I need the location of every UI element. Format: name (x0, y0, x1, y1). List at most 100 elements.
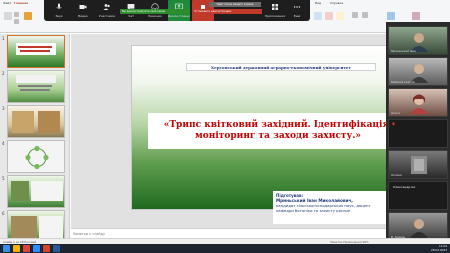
participant-tile[interactable]: Ольга (388, 88, 448, 117)
participant-name: Ольга (391, 111, 400, 115)
slide-thumbnail[interactable] (7, 105, 65, 138)
apps-label: Приложения (264, 14, 286, 18)
more-button[interactable]: Ещё (286, 0, 308, 21)
thumbnail-text-box (31, 181, 63, 201)
slide-title[interactable]: «Трипс квітковий західний. Ідентифікація… (148, 113, 408, 149)
notes-pane[interactable]: Заметки к слайду (71, 228, 386, 238)
participants-panel: Мриньський Іван Бабанов Сергей Ольга Окс… (386, 22, 450, 244)
camera-icon (79, 5, 87, 9)
slide-title-line: моніторинг та заходи захисту.» (194, 131, 362, 141)
participant-video (410, 219, 428, 238)
participant-tile[interactable] (388, 119, 448, 148)
microphone-icon (56, 3, 62, 9)
muted-mic-icon (392, 122, 395, 126)
thumbnail-row[interactable]: 4 (0, 139, 70, 174)
apps-button[interactable]: Приложения (264, 0, 286, 21)
thumbnail-number: 5 (2, 176, 5, 181)
thumbnail-title-box (16, 43, 56, 55)
thumbnail-text-box (39, 216, 63, 238)
shapes-icon[interactable] (314, 12, 322, 20)
new-slide-icon[interactable] (24, 12, 32, 20)
mute-label: Звук (55, 14, 63, 18)
thumbnail-image (12, 111, 34, 133)
slide-thumbnail[interactable] (7, 140, 65, 173)
thumbnail-diagram (25, 145, 49, 170)
zoom-icon[interactable] (33, 245, 40, 252)
participant-name: Мриньський Іван (391, 49, 416, 53)
styles-icon[interactable] (336, 12, 344, 20)
participant-name: Олександр Ш. (393, 185, 416, 189)
chat-label: Чат (128, 14, 134, 18)
system-tray: 11:04 28.02.2023 (430, 244, 447, 252)
thumbnail-row[interactable]: 3 (0, 104, 70, 139)
thumbnail-image (11, 181, 29, 201)
thumbnail-row[interactable]: 5 (0, 174, 70, 209)
slide-editor: Херсонський державний аграрно-економічни… (71, 34, 423, 233)
stop-sharing-banner[interactable]: Остановить демонстрацию (192, 9, 262, 14)
copy-icon[interactable] (14, 19, 19, 24)
slide-thumbnail[interactable] (7, 175, 65, 208)
thumbnail-number: 1 (2, 36, 5, 41)
slide-thumbnails: 1 2 3 4 5 6 (0, 34, 70, 244)
thumbnail-row[interactable]: 2 (0, 69, 70, 104)
reactions-label: Реакции (148, 14, 162, 18)
participant-name: Оксана (391, 173, 402, 177)
more-dots-icon (293, 6, 301, 8)
powerpoint-icon[interactable] (43, 245, 50, 252)
share-screen-label: Демонстрация (168, 14, 190, 18)
tab-help[interactable]: Справка (330, 1, 343, 5)
participant-tile[interactable]: Олександр Ш. (388, 181, 448, 210)
thumbnail-number: 3 (2, 106, 5, 111)
thumbnail-text-line (20, 50, 50, 52)
thumbnail-image (11, 216, 37, 238)
video-label: Видео (78, 14, 88, 18)
slide-title-line: «Трипс квітковий західний. Ідентифікація… (163, 120, 393, 130)
current-slide[interactable]: Херсонський державний аграрно-економічни… (131, 45, 423, 224)
clock-date: 28.02.2023 (430, 247, 447, 252)
cut-icon[interactable] (14, 12, 19, 17)
slide-thumbnail[interactable] (7, 35, 65, 68)
browser-icon[interactable] (23, 245, 30, 252)
participants-button[interactable]: Участники (96, 0, 118, 21)
dictate-icon[interactable] (387, 12, 395, 20)
powerpoint-window: Файл Главная Вид Справка Звук Видео Учас… (0, 0, 450, 253)
participant-video (411, 156, 427, 174)
thumbnail-image (38, 111, 60, 133)
participant-tile[interactable]: Бабанов Сергей (388, 57, 448, 86)
taskbar: 11:04 28.02.2023 (0, 244, 450, 253)
video-button[interactable]: Видео (72, 0, 94, 21)
university-name[interactable]: Херсонський державний аграрно-економічни… (186, 63, 376, 71)
mute-button[interactable]: Звук (48, 0, 70, 21)
word-icon[interactable] (53, 245, 60, 252)
arrange-icon[interactable] (325, 12, 333, 20)
sharing-indicator: Идет показ вашего экрана (209, 2, 261, 7)
participants-label: Участники (98, 14, 116, 18)
designer-icon[interactable] (412, 12, 420, 20)
thumbnail-text-line (18, 46, 52, 48)
participant-name: Бабанов Сергей (391, 80, 415, 84)
replace-icon[interactable] (362, 12, 368, 18)
thumbnail-text-line (18, 85, 52, 87)
grid-icon (272, 4, 278, 10)
tab-view[interactable]: Вид (315, 1, 321, 5)
explorer-icon[interactable] (13, 245, 20, 252)
participant-tile[interactable]: В. Коваль (388, 212, 448, 241)
thumbnail-row[interactable]: 1 (0, 34, 70, 69)
sharing-banner: Вы демонстрируете свой экран (120, 9, 190, 14)
thumbnail-number: 4 (2, 141, 5, 146)
people-icon (103, 4, 110, 10)
paste-icon[interactable] (4, 12, 12, 20)
participant-video (410, 94, 428, 114)
thumbnail-text-line (20, 89, 50, 91)
thumbnail-number: 6 (2, 211, 5, 216)
start-icon[interactable] (3, 245, 10, 252)
more-label: Ещё (293, 14, 301, 18)
find-icon[interactable] (352, 12, 358, 18)
thumbnail-number: 2 (2, 71, 5, 76)
participant-tile[interactable]: Мриньський Іван (388, 26, 448, 55)
participant-tile[interactable]: Оксана (388, 150, 448, 179)
clipboard-group (2, 9, 42, 33)
tab-file[interactable]: Файл (3, 1, 11, 5)
slide-thumbnail[interactable] (7, 70, 65, 103)
tab-home[interactable]: Главная (14, 1, 28, 5)
